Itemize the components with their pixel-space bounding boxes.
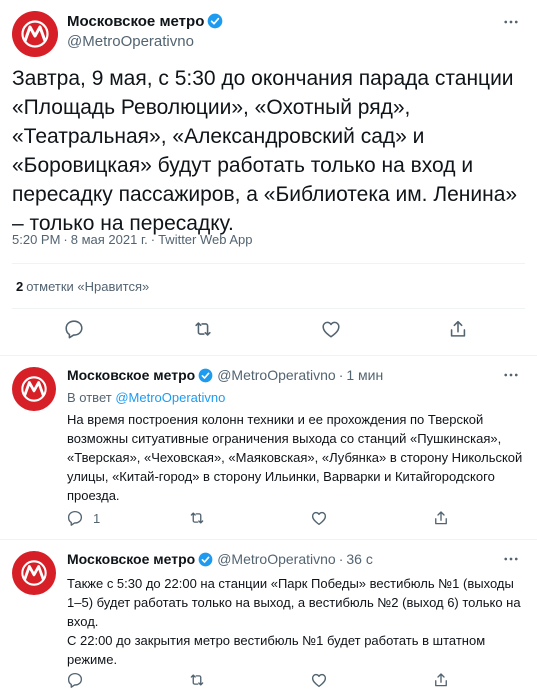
reply-text: Также с 5:30 до 22:00 на станции «Парк П… <box>67 576 521 667</box>
like-button[interactable] <box>310 671 328 689</box>
tweet-actions <box>0 318 537 346</box>
more-icon[interactable] <box>501 365 521 385</box>
like-icon <box>311 673 327 688</box>
reply-actions: 1 <box>0 509 537 531</box>
reply-icon <box>67 510 83 526</box>
divider <box>12 308 525 309</box>
main-tweet: Московское метро @MetroOperativno Завтра… <box>0 0 537 356</box>
reply-time[interactable]: 1 мин <box>346 367 383 383</box>
avatar[interactable] <box>12 367 56 411</box>
tweet-date[interactable]: 8 мая 2021 г. <box>71 232 148 247</box>
tweet-source[interactable]: Twitter Web App <box>158 232 252 247</box>
reply-time[interactable]: 36 с <box>346 551 372 567</box>
retweet-button[interactable] <box>188 509 206 527</box>
reply-header: Московское метро @MetroOperativno · 36 с <box>67 551 373 567</box>
verified-badge-icon <box>198 368 213 383</box>
reply-count: 1 <box>93 510 101 526</box>
reply-header: Московское метро @MetroOperativno · 1 ми… <box>67 367 384 383</box>
tweet-header: Московское метро @MetroOperativno <box>67 11 223 50</box>
mention-link[interactable]: @MetroOperativno <box>115 390 225 405</box>
author-handle[interactable]: @MetroOperativno <box>217 551 335 567</box>
tweet-time[interactable]: 5:20 PM <box>12 232 60 247</box>
author-name[interactable]: Московское метро <box>67 551 195 567</box>
share-button[interactable] <box>447 318 469 340</box>
reply-tweet[interactable]: Московское метро @MetroOperativno · 36 с… <box>0 541 537 697</box>
reply-icon <box>65 320 83 339</box>
share-icon <box>435 511 447 525</box>
author-name[interactable]: Московское метро <box>67 367 195 383</box>
retweet-button[interactable] <box>188 671 206 689</box>
more-icon[interactable] <box>501 549 521 569</box>
share-button[interactable] <box>432 671 450 689</box>
reply-icon <box>67 672 83 688</box>
more-icon[interactable] <box>501 12 521 32</box>
metro-logo-icon <box>21 20 49 48</box>
avatar[interactable] <box>12 11 58 57</box>
like-icon <box>322 321 340 338</box>
author-name[interactable]: Московское метро <box>67 13 204 30</box>
metro-logo-icon <box>21 560 47 586</box>
like-button[interactable] <box>310 509 328 527</box>
verified-badge-icon <box>207 13 223 29</box>
likes-summary[interactable]: 2 отметки «Нравится» <box>16 279 149 294</box>
tweet-meta: 5:20 PM · 8 мая 2021 г. · Twitter Web App <box>12 232 253 247</box>
tweet-text: Завтра, 9 мая, с 5:30 до окончания парад… <box>12 67 518 235</box>
verified-badge-icon <box>198 552 213 567</box>
retweet-button[interactable] <box>192 318 214 340</box>
retweet-icon <box>190 674 204 686</box>
share-icon <box>450 320 466 337</box>
likes-label: отметки «Нравится» <box>26 279 150 294</box>
reply-button[interactable] <box>66 671 93 689</box>
author-handle[interactable]: @MetroOperativno <box>67 33 223 50</box>
author-handle[interactable]: @MetroOperativno <box>217 367 335 383</box>
metro-logo-icon <box>21 376 47 402</box>
retweet-icon <box>190 512 204 524</box>
reply-button[interactable] <box>63 318 85 340</box>
reply-tweet[interactable]: Московское метро @MetroOperativno · 1 ми… <box>0 357 537 540</box>
share-button[interactable] <box>432 509 450 527</box>
replying-to-label: В ответ <box>67 390 112 405</box>
reply-button[interactable]: 1 <box>66 509 100 527</box>
avatar[interactable] <box>12 551 56 595</box>
retweet-icon <box>195 322 211 336</box>
replying-to: В ответ @MetroOperativno <box>67 390 225 405</box>
reply-text: На время построения колонн техники и ее … <box>67 412 523 503</box>
divider <box>12 263 525 264</box>
like-button[interactable] <box>320 318 342 340</box>
like-icon <box>311 511 327 526</box>
likes-count: 2 <box>16 279 24 294</box>
share-icon <box>435 673 447 687</box>
reply-actions <box>0 671 537 693</box>
